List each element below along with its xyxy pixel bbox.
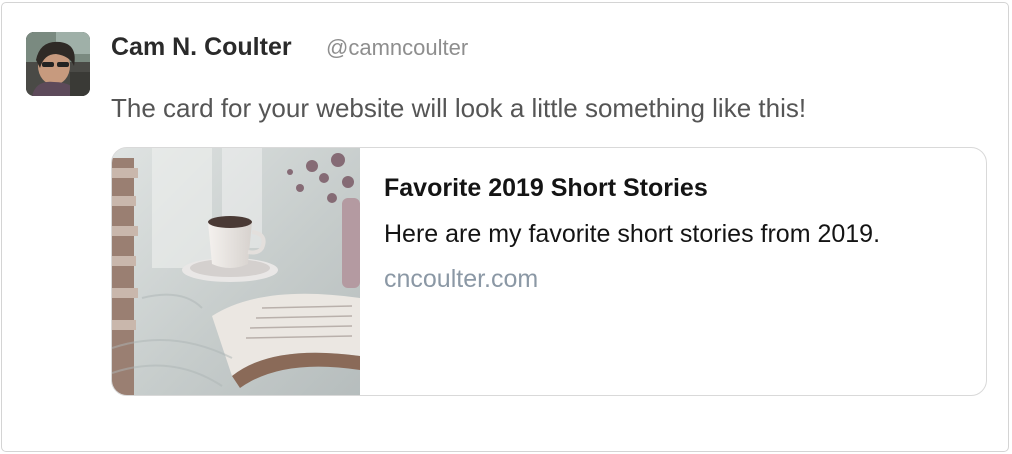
author-avatar[interactable]: [26, 32, 90, 96]
card-description: Here are my favorite short stories from …: [384, 220, 881, 248]
card-title[interactable]: Favorite 2019 Short Stories: [384, 173, 708, 203]
author-handle[interactable]: @camncoulter: [326, 34, 468, 62]
card-image[interactable]: [112, 148, 360, 395]
coffee-book-photo-icon: [112, 148, 360, 395]
avatar-photo-icon: [26, 32, 90, 96]
tweet-text: The card for your website will look a li…: [111, 93, 807, 123]
author-name[interactable]: Cam N. Coulter: [111, 32, 292, 62]
card-domain[interactable]: cncoulter.com: [384, 264, 538, 294]
link-preview-card[interactable]: Favorite 2019 Short Stories Here are my …: [111, 147, 987, 396]
tweet-card: Cam N. Coulter @camncoulter The card for…: [1, 2, 1009, 452]
